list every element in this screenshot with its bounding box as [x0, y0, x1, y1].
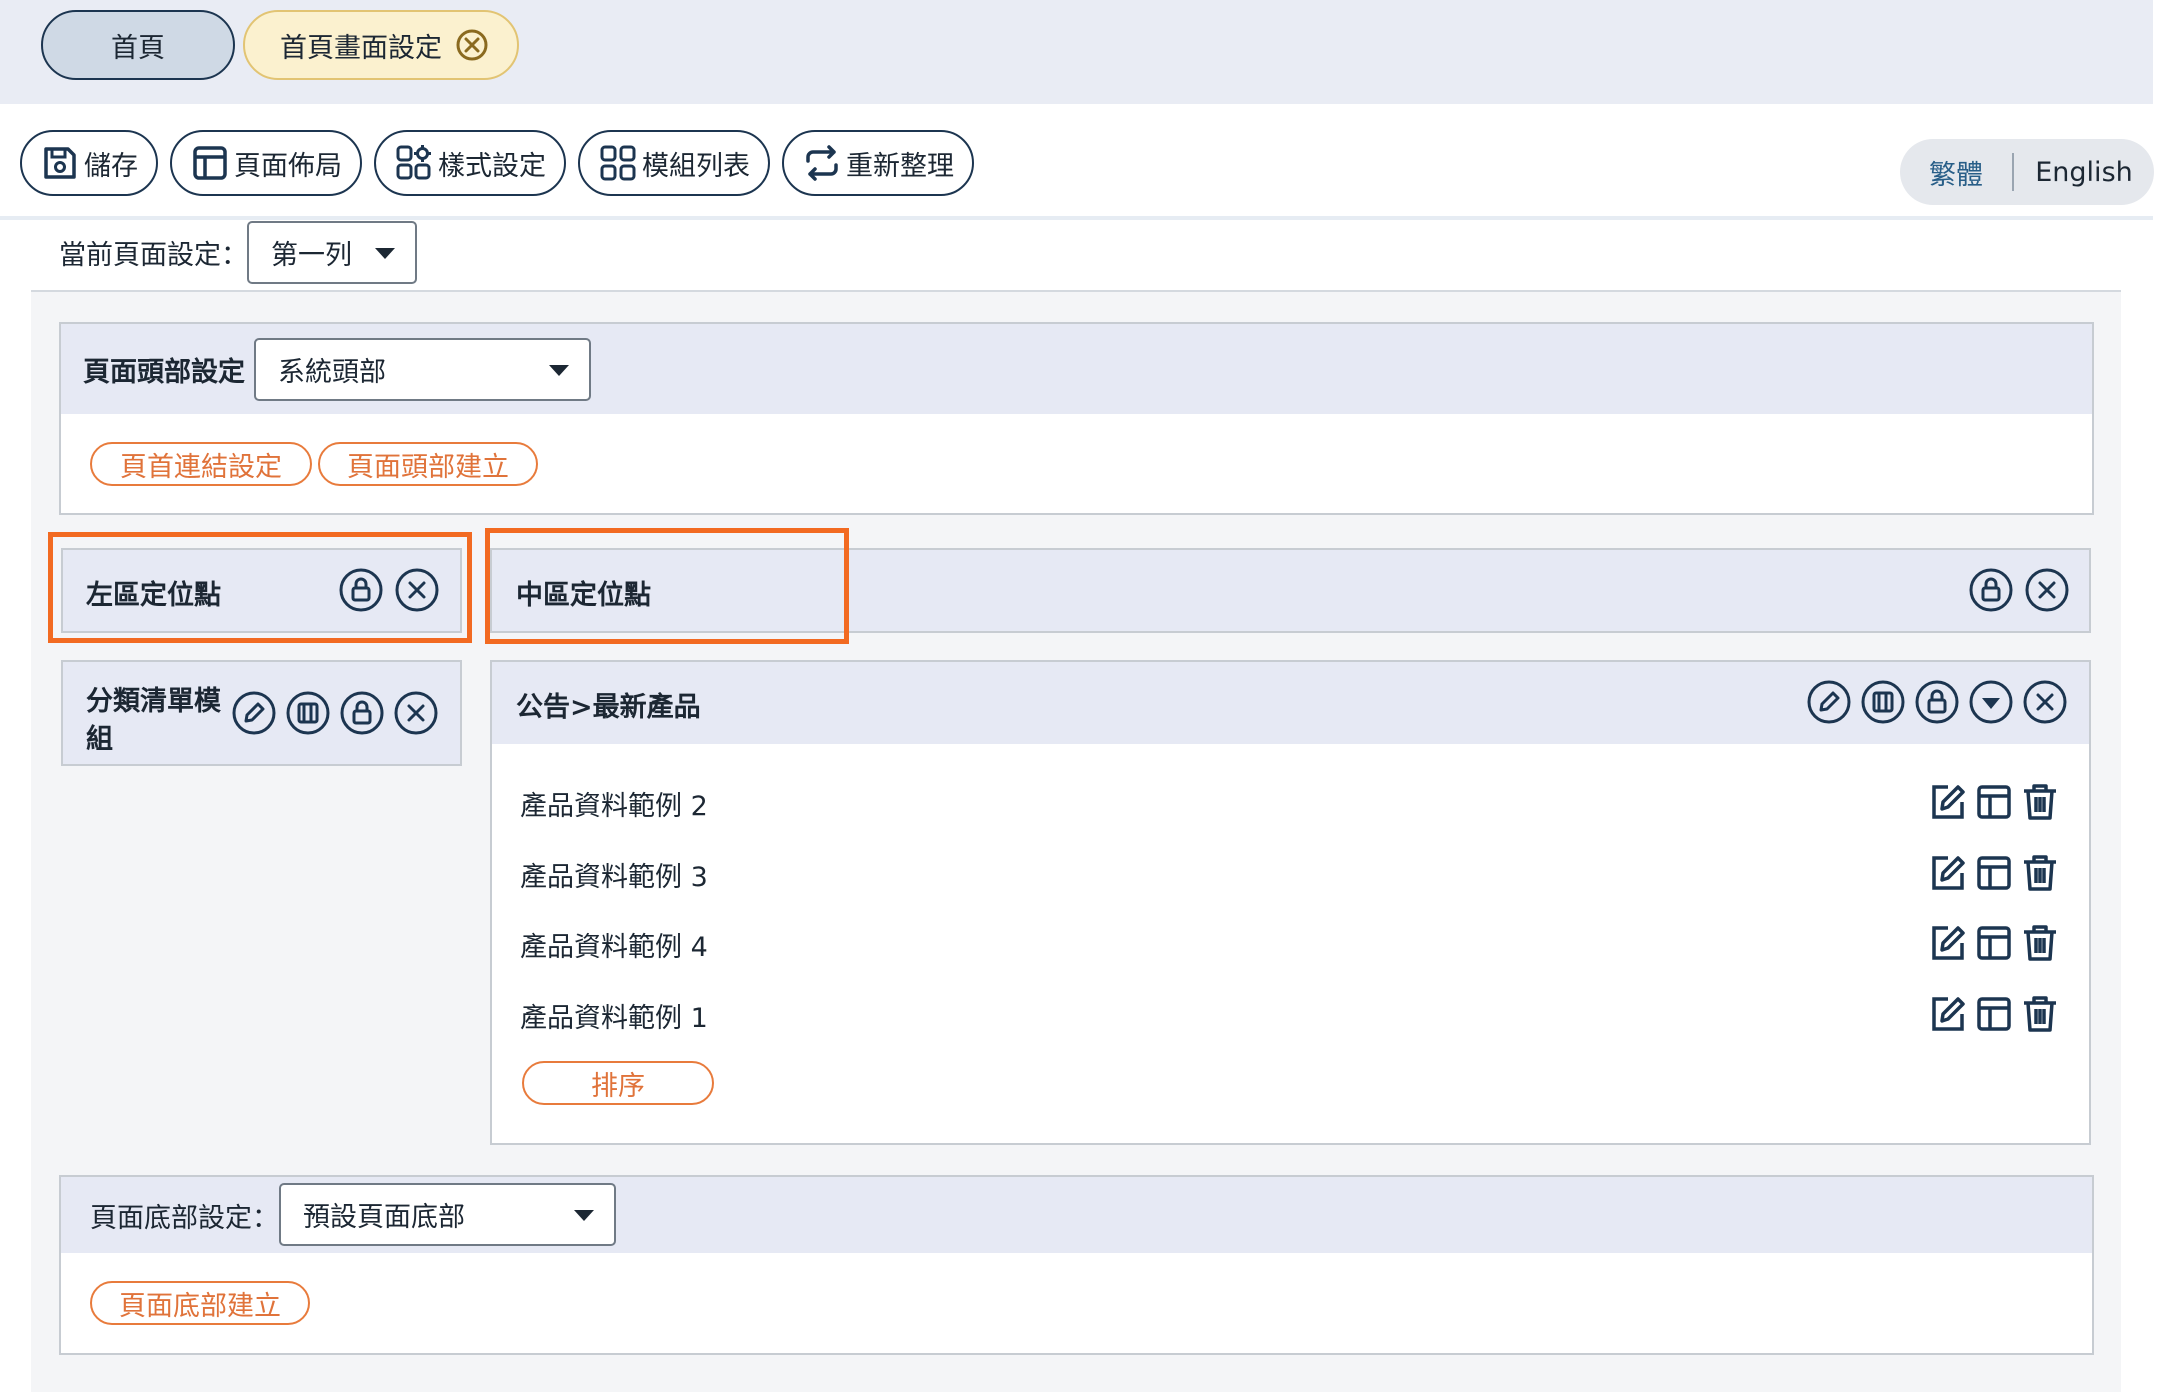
list-item: 產品資料範例 2	[520, 791, 708, 822]
style-settings-button[interactable]: 樣式設定	[374, 130, 566, 196]
list-item: 產品資料範例 3	[520, 862, 708, 893]
sort-label: 排序	[591, 1070, 645, 1102]
footer-create-button[interactable]: 頁面底部建立	[90, 1281, 310, 1325]
header-settings-label: 頁面頭部設定	[83, 357, 245, 388]
highlight-left-zone	[48, 532, 472, 643]
edit-icon[interactable]	[1928, 853, 1968, 893]
layout-icon[interactable]	[1974, 923, 2014, 963]
list-item: 產品資料範例 1	[520, 1003, 708, 1034]
close-circle-icon[interactable]	[393, 690, 439, 736]
style-settings-label: 樣式設定	[438, 150, 546, 182]
tab-home-label: 首頁	[111, 32, 165, 64]
header-create-label: 頁面頭部建立	[347, 451, 509, 483]
close-circle-icon[interactable]	[2024, 567, 2070, 613]
layout-icon[interactable]	[1974, 853, 2014, 893]
collapse-down-icon[interactable]	[1968, 679, 2014, 725]
lock-icon[interactable]	[1914, 679, 1960, 725]
tab-home-settings-label: 首頁畫面設定	[280, 32, 442, 64]
latest-products-module	[490, 660, 2091, 1145]
page-layout-button[interactable]: 頁面佈局	[170, 130, 362, 196]
lang-english[interactable]: English	[2014, 157, 2154, 188]
lock-icon[interactable]	[339, 690, 385, 736]
layout-icon[interactable]	[1974, 994, 2014, 1034]
trash-icon[interactable]	[2020, 782, 2060, 822]
current-page-label: 當前頁面設定：	[59, 240, 248, 271]
footer-settings-label: 頁面底部設定：	[90, 1203, 279, 1234]
list-item: 產品資料範例 4	[520, 932, 708, 963]
highlight-center-zone	[485, 528, 849, 644]
tab-home-settings[interactable]: 首頁畫面設定	[243, 10, 519, 80]
edit-pencil-icon[interactable]	[231, 690, 277, 736]
widgets-gear-icon	[396, 145, 431, 180]
page-layout-label: 頁面佈局	[234, 150, 342, 182]
close-circle-icon[interactable]	[454, 27, 490, 63]
panel-layout-icon[interactable]	[1860, 679, 1906, 725]
edit-icon[interactable]	[1928, 994, 1968, 1034]
header-links-button[interactable]: 頁首連結設定	[90, 442, 312, 486]
refresh-icon	[806, 145, 838, 181]
tab-strip: 首頁 首頁畫面設定	[0, 0, 2153, 104]
latest-products-title: 公告>最新產品	[516, 692, 701, 723]
caret-down-icon	[375, 247, 395, 259]
header-select-value: 系統頭部	[278, 357, 386, 388]
category-module-actions	[231, 690, 440, 736]
footer-select[interactable]: 預設頁面底部	[279, 1183, 616, 1246]
row-actions	[1928, 923, 2060, 963]
save-icon	[44, 147, 76, 179]
close-circle-icon[interactable]	[2022, 679, 2068, 725]
language-switcher: 繁體 English	[1900, 139, 2154, 205]
save-button[interactable]: 儲存	[20, 130, 158, 196]
grid-icon	[600, 145, 636, 181]
caret-down-icon	[574, 1209, 594, 1221]
tab-home[interactable]: 首頁	[41, 10, 235, 80]
row-actions	[1928, 782, 2060, 822]
footer-select-value: 預設頁面底部	[303, 1202, 465, 1233]
header-create-button[interactable]: 頁面頭部建立	[318, 442, 538, 486]
edit-icon[interactable]	[1928, 923, 1968, 963]
trash-icon[interactable]	[2020, 853, 2060, 893]
category-module-title-cont: 組	[86, 724, 113, 755]
toolbar-divider	[0, 216, 2153, 220]
layout-icon	[193, 146, 227, 180]
current-page-value: 第一列	[271, 240, 352, 271]
lock-icon[interactable]	[1968, 567, 2014, 613]
panel-layout-icon[interactable]	[285, 690, 331, 736]
center-zone-actions	[1968, 567, 2070, 613]
caret-down-icon	[549, 364, 569, 376]
current-page-select[interactable]: 第一列	[247, 221, 417, 284]
trash-icon[interactable]	[2020, 923, 2060, 963]
edit-icon[interactable]	[1928, 782, 1968, 822]
refresh-label: 重新整理	[846, 150, 954, 182]
trash-icon[interactable]	[2020, 994, 2060, 1034]
row-actions	[1928, 994, 2060, 1034]
header-select[interactable]: 系統頭部	[254, 338, 591, 401]
save-label: 儲存	[84, 150, 138, 182]
sort-button[interactable]: 排序	[522, 1061, 714, 1105]
header-links-label: 頁首連結設定	[120, 451, 282, 483]
footer-create-label: 頁面底部建立	[119, 1290, 281, 1322]
refresh-button[interactable]: 重新整理	[782, 130, 974, 196]
row-actions	[1928, 853, 2060, 893]
module-list-label: 模組列表	[642, 150, 750, 182]
lang-traditional-chinese[interactable]: 繁體	[1900, 153, 2012, 192]
layout-icon[interactable]	[1974, 782, 2014, 822]
category-module-title: 分類清單模	[86, 686, 221, 717]
module-list-button[interactable]: 模組列表	[578, 130, 770, 196]
edit-pencil-icon[interactable]	[1806, 679, 1852, 725]
latest-products-actions	[1806, 679, 2068, 725]
